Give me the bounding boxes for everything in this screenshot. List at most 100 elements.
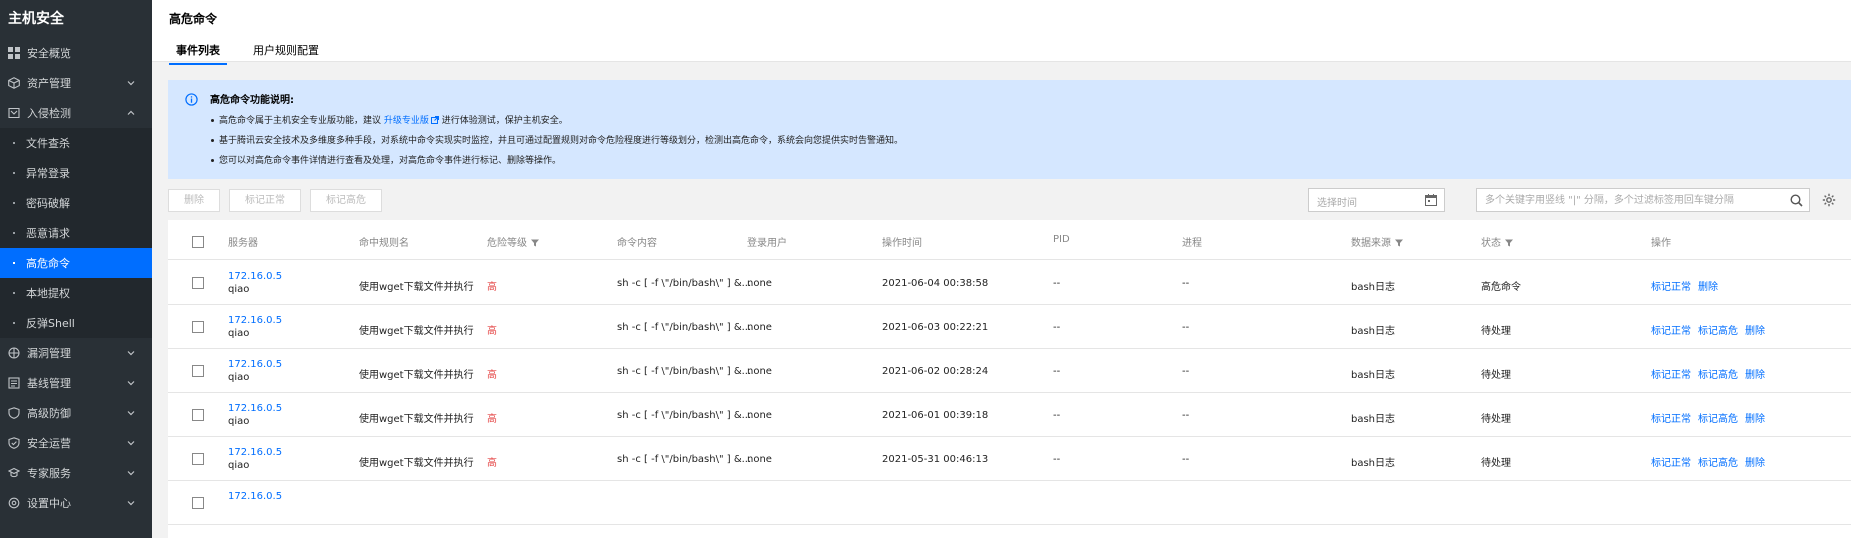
row-checkbox[interactable]: [192, 277, 204, 289]
process: --: [1182, 410, 1190, 421]
sidebar-item-expert-service[interactable]: 专家服务: [0, 458, 152, 488]
pid: --: [1053, 366, 1061, 377]
server-hostname: qiao: [228, 416, 250, 427]
sidebar-item-intrusion-detection[interactable]: 入侵检测: [0, 98, 152, 128]
delete-button[interactable]: 删除: [168, 189, 220, 212]
notice-line-1: 高危命令属于主机安全专业版功能，建议 升级专业版 进行体验测试，保护主机安全。: [211, 113, 568, 126]
mark-high-risk-link[interactable]: 标记高危: [1698, 326, 1738, 337]
delete-link[interactable]: 删除: [1745, 326, 1765, 337]
bullet: [13, 262, 15, 264]
row-checkbox[interactable]: [192, 321, 204, 333]
search-icon[interactable]: [1790, 194, 1803, 207]
server-ip-link[interactable]: 172.16.0.5: [228, 403, 282, 414]
server-ip-link[interactable]: 172.16.0.5: [228, 491, 282, 502]
sidebar-item-label: 基线管理: [27, 377, 71, 390]
pid: --: [1053, 322, 1061, 333]
shield-alert-icon: [8, 107, 20, 119]
calendar-icon: [1425, 194, 1437, 206]
sidebar-item-label: 设置中心: [27, 497, 71, 510]
data-source: bash日志: [1351, 326, 1396, 337]
column-header-source[interactable]: 数据来源: [1351, 234, 1403, 249]
notice-title: 高危命令功能说明:: [210, 95, 294, 106]
process: --: [1182, 278, 1190, 289]
filter-icon[interactable]: [1395, 239, 1403, 247]
server-ip-link[interactable]: 172.16.0.5: [228, 447, 282, 458]
login-user: none: [747, 410, 772, 421]
mark-high-risk-button[interactable]: 标记高危: [310, 189, 382, 212]
sidebar-item-label: 高级防御: [27, 407, 71, 420]
sidebar-subitem[interactable]: 恶意请求: [0, 218, 152, 248]
sidebar-subitem[interactable]: 高危命令: [0, 248, 152, 278]
search-input[interactable]: [1477, 189, 1777, 211]
notice-text: 进行体验测试，保护主机安全。: [441, 116, 568, 126]
mark-normal-link[interactable]: 标记正常: [1651, 282, 1691, 293]
rule-name: 使用wget下载文件并执行: [359, 326, 474, 337]
sidebar-item-overview[interactable]: 安全概览: [0, 38, 152, 68]
status: 待处理: [1481, 414, 1511, 425]
chevron-down-icon: [126, 438, 136, 448]
mark-normal-link[interactable]: 标记正常: [1651, 414, 1691, 425]
risk-level: 高: [487, 414, 497, 425]
login-user: none: [747, 454, 772, 465]
column-header-status[interactable]: 状态: [1481, 234, 1513, 249]
row-checkbox[interactable]: [192, 409, 204, 421]
table-header: 服务器 命中规则名 危险等级 命令内容 登录用户 操作时间 PID 进程 数据来…: [168, 220, 1851, 260]
tab-user-rule-config[interactable]: 用户规则配置: [253, 42, 319, 63]
row-checkbox[interactable]: [192, 365, 204, 377]
filter-icon[interactable]: [1505, 239, 1513, 247]
mark-high-risk-link[interactable]: 标记高危: [1698, 414, 1738, 425]
table-row: 172.16.0.5 qiao 使用wget下载文件并执行 高 sh -c [ …: [168, 349, 1851, 393]
sidebar-subitem[interactable]: 反弹Shell: [0, 308, 152, 338]
delete-link[interactable]: 删除: [1745, 370, 1765, 381]
mark-normal-link[interactable]: 标记正常: [1651, 458, 1691, 469]
mark-high-risk-link[interactable]: 标记高危: [1698, 458, 1738, 469]
server-hostname: qiao: [228, 328, 250, 339]
tab-event-list[interactable]: 事件列表: [169, 42, 227, 65]
row-checkbox[interactable]: [192, 497, 204, 509]
delete-link[interactable]: 删除: [1745, 414, 1765, 425]
server-hostname: qiao: [228, 284, 250, 295]
server-ip-link[interactable]: 172.16.0.5: [228, 359, 282, 370]
column-header-risk[interactable]: 危险等级: [487, 234, 539, 249]
sidebar-item-advanced-defense[interactable]: 高级防御: [0, 398, 152, 428]
sidebar-item-settings[interactable]: 设置中心: [0, 488, 152, 518]
login-user: none: [747, 322, 772, 333]
row-checkbox[interactable]: [192, 453, 204, 465]
sidebar-item-assets[interactable]: 资产管理: [0, 68, 152, 98]
process: --: [1182, 454, 1190, 465]
notice-text: 高危命令属于主机安全专业版功能，建议: [219, 116, 382, 126]
sidebar-item-vulnerability[interactable]: 漏洞管理: [0, 338, 152, 368]
column-header-rule: 命中规则名: [359, 238, 409, 249]
sidebar-item-security-ops[interactable]: 安全运营: [0, 428, 152, 458]
row-actions: 标记正常 标记高危 删除: [1651, 366, 1772, 381]
mark-high-risk-link[interactable]: 标记高危: [1698, 370, 1738, 381]
date-picker[interactable]: 选择时间: [1308, 188, 1445, 212]
data-source: bash日志: [1351, 282, 1396, 293]
bullet: [211, 139, 214, 142]
server-ip-link[interactable]: 172.16.0.5: [228, 271, 282, 282]
sidebar-subitem[interactable]: 密码破解: [0, 188, 152, 218]
delete-link[interactable]: 删除: [1745, 458, 1765, 469]
sidebar-subitem-label: 恶意请求: [26, 227, 70, 240]
sidebar-subitem[interactable]: 本地提权: [0, 278, 152, 308]
sidebar-subitem[interactable]: 异常登录: [0, 158, 152, 188]
upgrade-pro-link[interactable]: 升级专业版: [384, 116, 439, 126]
bullet: [211, 159, 214, 162]
mark-normal-button[interactable]: 标记正常: [229, 189, 301, 212]
sidebar-item-label: 入侵检测: [27, 107, 71, 120]
sidebar-item-label: 专家服务: [27, 467, 71, 480]
filter-icon[interactable]: [531, 239, 539, 247]
sidebar-item-baseline[interactable]: 基线管理: [0, 368, 152, 398]
data-source: bash日志: [1351, 458, 1396, 469]
mark-normal-link[interactable]: 标记正常: [1651, 326, 1691, 337]
shield-icon: [8, 407, 20, 419]
select-all-checkbox[interactable]: [192, 236, 204, 248]
column-header-process: 进程: [1182, 238, 1202, 249]
sidebar-subitem[interactable]: 文件查杀: [0, 128, 152, 158]
mark-normal-link[interactable]: 标记正常: [1651, 370, 1691, 381]
delete-link[interactable]: 删除: [1698, 282, 1718, 293]
command-content: sh -c [ -f \"/bin/bash\" ] &...: [617, 366, 752, 377]
gear-icon[interactable]: [1822, 193, 1836, 207]
server-ip-link[interactable]: 172.16.0.5: [228, 315, 282, 326]
column-header-login-user: 登录用户: [747, 238, 787, 249]
